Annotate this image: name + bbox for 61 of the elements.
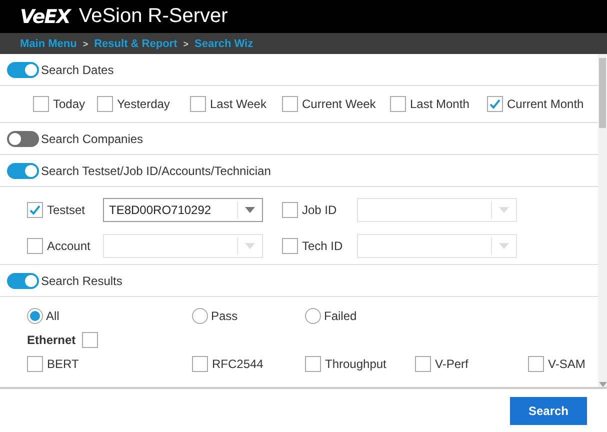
checkbox-label: Current Week <box>302 97 376 111</box>
radio-label: All <box>46 309 60 323</box>
checkbox-label: V-Perf <box>435 357 468 371</box>
checkbox[interactable] <box>415 356 431 372</box>
checkbox[interactable] <box>190 96 206 112</box>
radio-button[interactable] <box>192 308 208 324</box>
checkbox-label: BERT <box>47 357 79 371</box>
checkbox[interactable] <box>27 202 43 218</box>
checkbox[interactable] <box>305 356 321 372</box>
scroll-down-icon[interactable] <box>598 382 606 387</box>
radio-button[interactable] <box>27 308 43 324</box>
toggle-switch[interactable] <box>7 130 39 146</box>
checkbox[interactable] <box>82 332 98 348</box>
checkbox-label: V-SAM <box>548 357 586 371</box>
checkbox[interactable] <box>192 356 208 372</box>
breadcrumb-link[interactable]: Main Menu <box>20 38 77 50</box>
caret-icon <box>245 207 255 213</box>
toggle-switch[interactable] <box>7 162 39 178</box>
toggle-label: Search Results <box>41 274 122 288</box>
dropdown-field[interactable]: TE8D00RO710292 <box>103 198 263 222</box>
checkbox-label: Yesterday <box>117 97 170 111</box>
breadcrumb-separator: > <box>183 38 188 48</box>
scrollbar[interactable] <box>598 54 607 387</box>
checkbox[interactable] <box>390 96 406 112</box>
radio-button[interactable] <box>305 308 321 324</box>
check-icon <box>489 98 501 110</box>
breadcrumb-separator: > <box>82 38 88 48</box>
app-title: VeSion R-Server <box>78 5 228 28</box>
checkbox[interactable] <box>33 96 49 112</box>
checkbox[interactable] <box>27 356 43 372</box>
breadcrumb-link[interactable]: Result & Report <box>94 38 178 50</box>
checkbox[interactable] <box>282 96 298 112</box>
breadcrumb-link[interactable]: Search Wiz <box>194 38 254 50</box>
toggle-label: Search Companies <box>41 132 144 146</box>
toggle-switch[interactable] <box>7 62 39 78</box>
checkbox-label: Testset <box>47 203 86 217</box>
radio-label: Failed <box>324 309 357 323</box>
toggle-label: Search Testset/Job ID/Accounts/Technician <box>41 164 271 178</box>
toggle-switch[interactable] <box>7 272 39 288</box>
logo: VeEX <box>20 6 70 28</box>
caret-icon <box>499 207 509 213</box>
checkbox-label: Current Month <box>507 97 584 111</box>
checkbox-label: Last Month <box>410 97 470 111</box>
checkbox-label: Last Week <box>210 97 266 111</box>
toggle-label: Search Dates <box>41 62 114 76</box>
checkbox-label: RFC2544 <box>212 357 264 371</box>
checkbox[interactable] <box>487 96 503 112</box>
search-button[interactable]: Search <box>510 397 587 425</box>
checkbox-label: Account <box>47 239 90 253</box>
radio-label: Pass <box>211 309 238 323</box>
checkbox-label: Job ID <box>302 203 337 217</box>
check-icon <box>29 204 41 216</box>
checkbox-label: Today <box>53 97 86 111</box>
caret-icon <box>499 243 509 249</box>
checkbox-label: Tech ID <box>302 239 343 253</box>
checkbox-label: Ethernet <box>27 333 76 347</box>
checkbox[interactable] <box>528 356 544 372</box>
checkbox[interactable] <box>97 96 113 112</box>
caret-icon <box>245 243 255 249</box>
checkbox-label: Throughput <box>325 357 386 371</box>
scrollbar-thumb[interactable] <box>599 58 606 128</box>
